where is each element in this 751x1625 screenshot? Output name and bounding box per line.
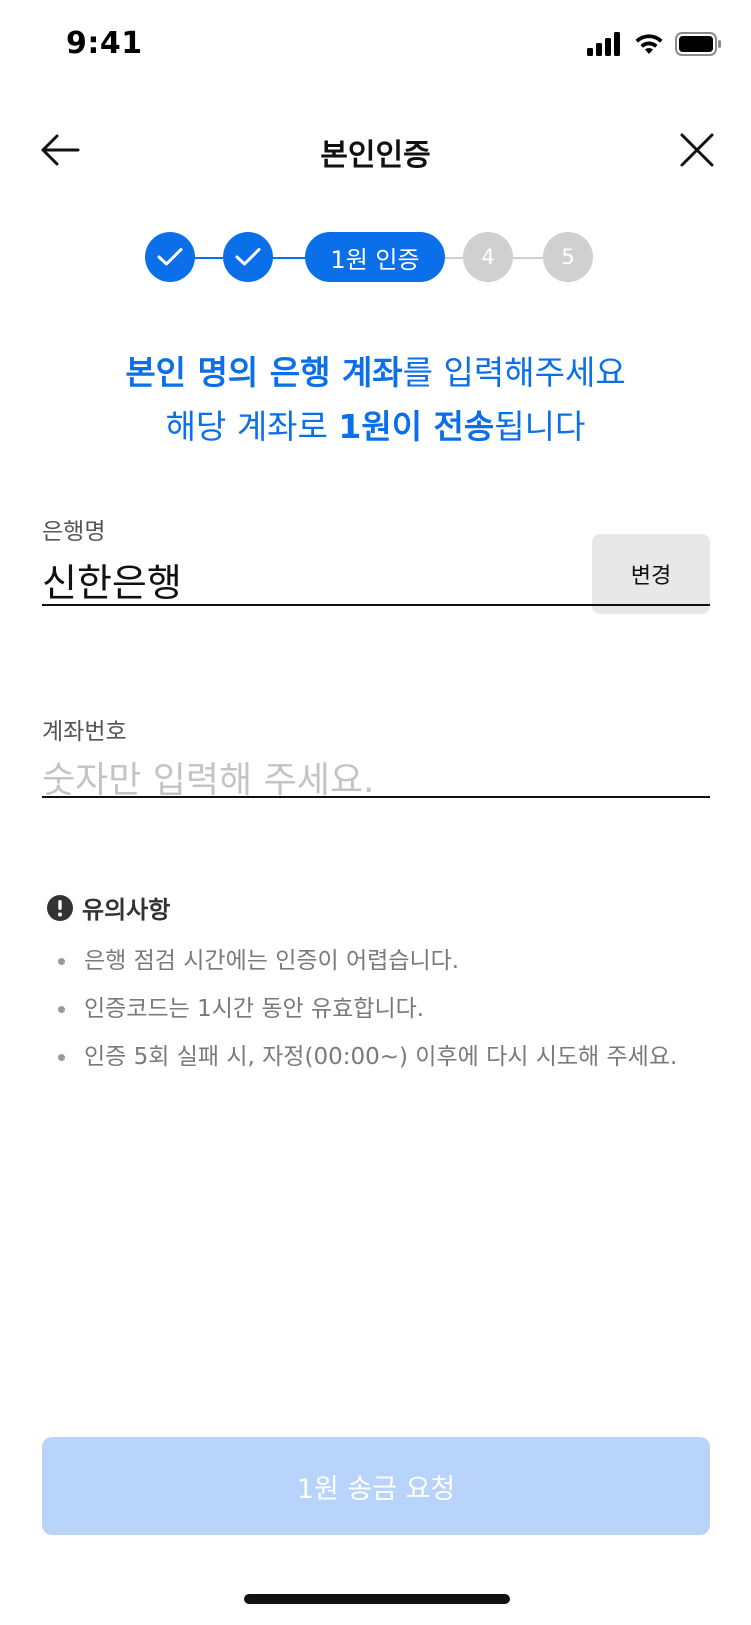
wifi-icon (635, 34, 663, 54)
bank-name-value: 신한은행 (42, 561, 182, 605)
instruction-headline: 본인 명의 은행 계좌를 입력해주세요 해당 계좌로 1원이 전송됩니다 (0, 346, 751, 454)
notice-item: 인증 5회 실패 시, 자정(00:00~) 이후에 다시 시도해 주세요. (46, 1039, 706, 1075)
account-number-label: 계좌번호 (42, 719, 127, 745)
notice-item: 인증코드는 1시간 동안 유효합니다. (46, 991, 706, 1027)
notice-header: 유의사항 (46, 890, 706, 925)
page-title: 본인인증 (320, 138, 431, 173)
headline-line-1: 본인 명의 은행 계좌를 입력해주세요 (0, 346, 751, 400)
step-2-complete (223, 232, 273, 282)
headline-text: 를 입력해주세요 (402, 353, 626, 392)
status-bar: 9:41 (0, 0, 751, 92)
notice-item: 은행 점검 시간에는 인증이 어렵습니다. (46, 943, 706, 979)
account-field-underline (42, 796, 710, 798)
headline-emphasis: 1원이 전송 (338, 407, 495, 446)
notice-title: 유의사항 (82, 896, 171, 924)
identity-verification-screen: 9:41 본인인증 1원 인증 4 5 본인 명의 은행 계좌를 입력해주세요 … (0, 0, 751, 1625)
request-transfer-button[interactable]: 1원 송금 요청 (42, 1437, 710, 1535)
battery-icon (675, 32, 721, 56)
headline-emphasis: 본인 명의 은행 계좌 (125, 353, 403, 392)
home-indicator (244, 1594, 510, 1604)
step-4-pending: 4 (463, 232, 513, 282)
signal-icon (587, 32, 620, 56)
check-icon (157, 248, 183, 266)
headline-text: 해당 계좌로 (165, 407, 339, 446)
nav-bar: 본인인증 (0, 110, 751, 190)
step-3-current: 1원 인증 (305, 232, 445, 282)
status-icons (587, 32, 723, 56)
close-button[interactable] (673, 128, 721, 172)
step-connector (193, 257, 223, 259)
account-number-field: 계좌번호 (42, 712, 710, 828)
step-1-complete (145, 232, 195, 282)
check-icon (235, 248, 261, 266)
step-connector (443, 257, 463, 259)
headline-text: 됩니다 (494, 407, 586, 446)
status-time: 9:41 (66, 26, 143, 61)
notice-list: 은행 점검 시간에는 인증이 어렵습니다. 인증코드는 1시간 동안 유효합니다… (46, 943, 706, 1075)
step-5-pending: 5 (543, 232, 593, 282)
progress-stepper: 1원 인증 4 5 (145, 232, 605, 284)
headline-line-2: 해당 계좌로 1원이 전송됩니다 (0, 400, 751, 454)
close-icon (680, 133, 714, 167)
change-bank-button[interactable]: 변경 (592, 534, 710, 614)
notice-section: 유의사항 은행 점검 시간에는 인증이 어렵습니다. 인증코드는 1시간 동안 … (46, 890, 706, 1087)
step-connector (511, 257, 543, 259)
bank-name-field: 은행명 신한은행 변경 (42, 512, 710, 628)
exclamation-circle-icon (47, 894, 73, 921)
account-number-input[interactable] (42, 752, 710, 808)
step-connector (271, 257, 307, 259)
bank-field-underline (42, 604, 710, 606)
